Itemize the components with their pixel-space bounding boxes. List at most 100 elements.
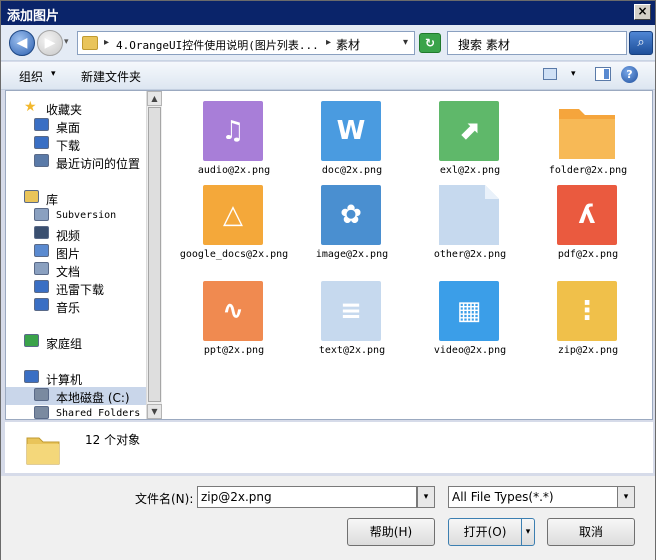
file-name-label: doc@2x.png — [321, 165, 383, 176]
filename-label: 文件名(N): — [135, 492, 194, 506]
file-open-dialog: 添加图片 × ◀ ▶ ▾ ▸ 4.OrangeUI控件使用说明(图片列表... … — [0, 0, 656, 560]
cancel-button[interactable]: 取消 — [547, 518, 635, 546]
sidebar-item[interactable]: 音乐 — [6, 297, 146, 315]
file-thumbnail-icon: ✿ — [321, 185, 381, 245]
file-item[interactable]: Wdoc@2x.png — [285, 101, 395, 191]
file-thumbnail-icon — [439, 185, 499, 245]
file-item[interactable]: ♫ audio@2x.png — [167, 101, 277, 191]
sidebar-item[interactable]: 下载 — [6, 135, 146, 153]
file-name-label: folder@2x.png — [548, 165, 628, 176]
sidebar-item-label: 桌面 — [56, 121, 81, 135]
sidebar-item-label: 计算机 — [46, 373, 83, 387]
sidebar-item[interactable]: 视频 — [6, 225, 146, 243]
history-dropdown-icon[interactable]: ▾ — [64, 37, 69, 47]
homegroup-icon — [24, 334, 39, 347]
file-name-label: audio@2x.png — [197, 165, 271, 176]
forward-button[interactable]: ▶ — [37, 30, 63, 56]
breadcrumb-current[interactable]: 素材 — [336, 36, 360, 53]
desktop-icon — [34, 118, 49, 131]
sidebar-scrollbar[interactable]: ▲ ▼ — [146, 91, 162, 419]
scroll-thumb[interactable] — [148, 107, 161, 402]
file-name-label: video@2x.png — [433, 345, 507, 356]
content-area: ★ 收藏夹桌面 下载 最近访问的位置库 Subversion 视频 图片 文档迅雷下载音乐家庭… — [5, 90, 653, 420]
search-icon[interactable]: ⌕ — [629, 31, 653, 55]
open-dropdown-icon[interactable]: ▾ — [521, 518, 535, 546]
filetype-select[interactable]: All File Types(*.*) — [448, 486, 618, 508]
file-item[interactable]: ∿ ppt@2x.png — [167, 281, 277, 371]
sidebar-item[interactable]: 家庭组 — [6, 333, 146, 351]
folder-icon — [82, 36, 98, 50]
file-grid: ♫ audio@2x.png Wdoc@2x.png ⬈ exl@2x.png folde… — [163, 91, 652, 419]
item-count: 12 个对象 — [85, 433, 141, 447]
sidebar-item[interactable]: ★ 收藏夹 — [6, 99, 146, 117]
disk-icon — [34, 388, 49, 401]
address-bar[interactable]: ▸ 4.OrangeUI控件使用说明(图片列表... ▸ 素材 ▾ — [77, 31, 415, 55]
file-item[interactable]: folder@2x.png — [521, 101, 631, 191]
view-dropdown-icon[interactable]: ▾ — [571, 69, 576, 79]
sidebar-item-label: 库 — [46, 193, 59, 207]
document-icon — [34, 208, 49, 221]
file-thumbnail-icon: ʎ — [557, 185, 617, 245]
new-folder-button[interactable]: 新建文件夹 — [81, 68, 141, 85]
file-thumbnail-icon: ♫ — [203, 101, 263, 161]
sidebar-item-label: 家庭组 — [46, 337, 83, 351]
file-item[interactable]: ▦ video@2x.png — [403, 281, 513, 371]
scroll-up-icon[interactable]: ▲ — [147, 91, 162, 106]
chevron-right-icon[interactable]: ▸ — [326, 37, 331, 48]
star-icon: ★ — [24, 99, 37, 115]
sidebar-item[interactable]: 文档 — [6, 261, 146, 279]
file-name-label: other@2x.png — [433, 249, 507, 260]
file-thumbnail-icon: ≡ — [321, 281, 381, 341]
file-name-label: image@2x.png — [315, 249, 389, 260]
address-dropdown-icon[interactable]: ▾ — [403, 37, 408, 48]
network-drive-icon — [34, 406, 49, 419]
file-name-label: ppt@2x.png — [203, 345, 265, 356]
sidebar-item[interactable]: 图片 — [6, 243, 146, 261]
search-input[interactable]: 搜索 素材 — [447, 31, 627, 55]
sidebar-item[interactable]: 计算机 — [6, 369, 146, 387]
sidebar-item-label: 迅雷下载 — [56, 283, 105, 297]
refresh-button[interactable]: ↻ — [419, 33, 441, 53]
chevron-down-icon[interactable]: ▾ — [51, 69, 56, 79]
title-bar[interactable]: 添加图片 × — [1, 1, 655, 25]
view-icon[interactable] — [543, 68, 557, 80]
close-button[interactable]: × — [634, 4, 651, 20]
file-name-label: zip@2x.png — [557, 345, 619, 356]
sidebar-item[interactable]: 桌面 — [6, 117, 146, 135]
sidebar-item-label: Shared Folders — [56, 408, 141, 419]
navigation-pane: ★ 收藏夹桌面 下载 最近访问的位置库 Subversion 视频 图片 文档迅雷下载音乐家庭… — [6, 91, 146, 419]
sidebar-item[interactable]: Shared Folders — [6, 405, 146, 419]
sidebar-item[interactable]: 本地磁盘 (C:) — [6, 387, 146, 405]
file-item[interactable]: ≡ text@2x.png — [285, 281, 395, 371]
file-item[interactable]: ʎ pdf@2x.png — [521, 185, 631, 275]
computer-icon — [24, 370, 39, 383]
preview-pane-icon[interactable] — [595, 67, 611, 81]
breadcrumb-parent[interactable]: 4.OrangeUI控件使用说明(图片列表... — [116, 37, 319, 53]
sidebar-item-label: 音乐 — [56, 301, 81, 315]
file-item[interactable]: △ google_docs@2x.png — [167, 185, 288, 275]
sidebar-item[interactable]: 库 — [6, 189, 146, 207]
file-item[interactable]: ⋮ zip@2x.png — [521, 281, 631, 371]
scroll-down-icon[interactable]: ▼ — [147, 404, 162, 419]
sidebar-item[interactable]: 迅雷下载 — [6, 279, 146, 297]
sidebar-item[interactable]: 最近访问的位置 — [6, 153, 146, 171]
chevron-right-icon[interactable]: ▸ — [104, 37, 109, 48]
file-name-label: google_docs@2x.png — [179, 249, 289, 260]
filename-dropdown-icon[interactable]: ▾ — [417, 486, 435, 508]
filetype-dropdown-icon[interactable]: ▾ — [617, 486, 635, 508]
file-thumbnail-icon: ⬈ — [439, 101, 499, 161]
back-button[interactable]: ◀ — [9, 30, 35, 56]
file-item[interactable]: ✿ image@2x.png — [285, 185, 395, 275]
help-icon[interactable]: ? — [621, 66, 638, 83]
help-button[interactable]: 帮助(H) — [347, 518, 435, 546]
sidebar-item[interactable]: Subversion — [6, 207, 146, 225]
command-toolbar: 组织 ▾ 新建文件夹 ▾ ? — [1, 62, 655, 90]
recent-places-icon — [34, 154, 49, 167]
open-button[interactable]: 打开(O) — [448, 518, 522, 546]
file-item[interactable]: other@2x.png — [403, 185, 513, 275]
organize-button[interactable]: 组织 — [19, 68, 43, 85]
downloads-icon — [34, 136, 49, 149]
file-item[interactable]: ⬈ exl@2x.png — [403, 101, 513, 191]
video-icon — [34, 226, 49, 239]
filename-input[interactable]: zip@2x.png — [197, 486, 417, 508]
